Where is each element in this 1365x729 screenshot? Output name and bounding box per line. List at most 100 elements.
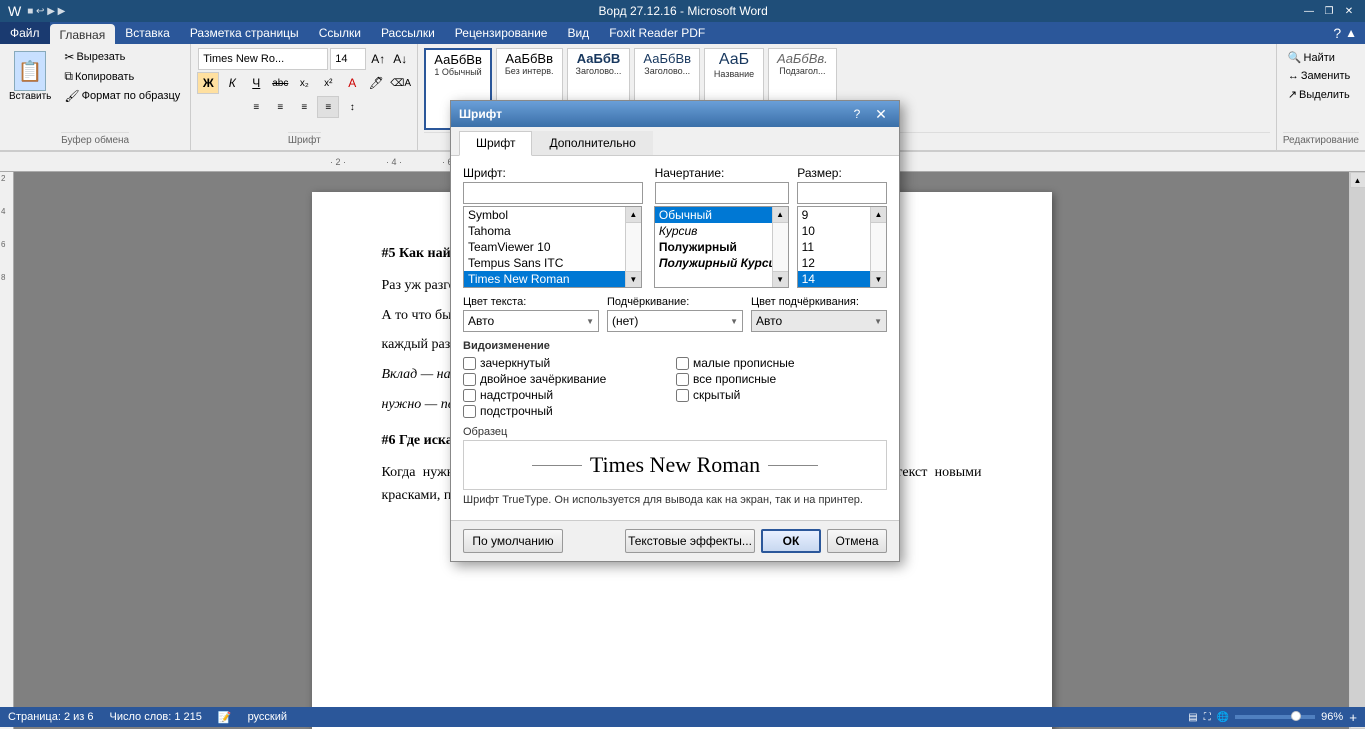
font-list-item-tahoma[interactable]: Tahoma <box>464 223 641 239</box>
style-list[interactable]: Обычный Курсив Полужирный Полужирный Кур… <box>655 207 788 287</box>
font-list-item-teamviewer[interactable]: TeamViewer 10 <box>464 239 641 255</box>
replace-button[interactable]: ↔Заменить <box>1283 67 1359 85</box>
size-list-scroll-up[interactable]: ▲ <box>871 207 886 223</box>
superscript-checkbox[interactable] <box>463 389 476 402</box>
style-list-item-bold[interactable]: Полужирный <box>655 239 788 255</box>
highlight-button[interactable]: 🖊 <box>365 72 387 94</box>
find-button[interactable]: 🔍Найти <box>1283 48 1359 67</box>
spell-check-icon[interactable]: 📝 <box>218 711 232 724</box>
all-caps-checkbox[interactable] <box>676 373 689 386</box>
effect-subscript[interactable]: подстрочный <box>463 404 674 418</box>
format-painter-button[interactable]: 🖌Формат по образцу <box>60 87 184 105</box>
cut-button[interactable]: ✂Вырезать <box>60 48 184 66</box>
ribbon-collapse-icon[interactable]: ▲ <box>1345 26 1357 40</box>
clear-format-button[interactable]: ⌫A <box>389 72 411 94</box>
font-list-scroll-up[interactable]: ▲ <box>626 207 641 223</box>
effects-title: Видоизменение <box>463 340 887 352</box>
tab-foxit[interactable]: Foxit Reader PDF <box>599 22 715 44</box>
italic-button[interactable]: К <box>221 72 243 94</box>
small-caps-checkbox[interactable] <box>676 357 689 370</box>
text-color-combo[interactable]: Авто ▼ <box>463 310 599 332</box>
superscript-button[interactable]: x² <box>317 72 339 94</box>
strikethrough-checkbox[interactable] <box>463 357 476 370</box>
status-bar: Страница: 2 из 6 Число слов: 1 215 📝 рус… <box>0 707 1365 727</box>
tab-layout[interactable]: Разметка страницы <box>180 22 309 44</box>
underline-button[interactable]: Ч <box>245 72 267 94</box>
tab-insert[interactable]: Вставка <box>115 22 180 44</box>
copy-button[interactable]: ⧉Копировать <box>60 67 184 86</box>
default-button[interactable]: По умолчанию <box>463 529 563 553</box>
decrease-font-button[interactable]: A↓ <box>390 48 410 70</box>
font-list-item-tempus[interactable]: Tempus Sans ITC <box>464 255 641 271</box>
minimize-button[interactable]: — <box>1301 4 1317 18</box>
subscript-checkbox[interactable] <box>463 405 476 418</box>
tab-refs[interactable]: Ссылки <box>309 22 371 44</box>
strikethrough-button[interactable]: abc <box>269 72 291 94</box>
effect-strikethrough[interactable]: зачеркнутый <box>463 356 674 370</box>
font-style-label: Начертание: <box>655 166 725 180</box>
zoom-slider[interactable] <box>1235 715 1315 719</box>
view-web-button[interactable]: 🌐 <box>1217 712 1229 723</box>
font-list[interactable]: Symbol Tahoma TeamViewer 10 Tempus Sans … <box>464 207 641 287</box>
hidden-checkbox[interactable] <box>676 389 689 402</box>
font-style-field[interactable]: Обычный <box>655 182 790 204</box>
font-list-item-symbol[interactable]: Symbol <box>464 207 641 223</box>
line-spacing-btn[interactable]: ↕ <box>341 96 363 118</box>
font-dialog-close-button[interactable]: ✕ <box>871 105 891 123</box>
font-name-field[interactable]: Times New Roman <box>463 182 643 204</box>
tab-file[interactable]: Файл <box>0 22 50 44</box>
font-size-label: Размер: <box>797 166 842 180</box>
paste-button[interactable]: 📋 Вставить <box>6 48 54 105</box>
zoom-in-button[interactable]: + <box>1349 710 1357 725</box>
restore-button[interactable]: ❐ <box>1321 4 1337 18</box>
style-list-item-italic[interactable]: Курсив <box>655 223 788 239</box>
tab-view[interactable]: Вид <box>557 22 599 44</box>
word-count: Число слов: 1 215 <box>110 711 202 723</box>
ribbon-help-icon[interactable]: ? <box>1333 25 1341 41</box>
font-size-field[interactable]: 14 <box>797 182 887 204</box>
underline-color-combo[interactable]: Авто ▼ <box>751 310 887 332</box>
style-list-scroll-down[interactable]: ▼ <box>773 271 788 287</box>
font-name-input[interactable] <box>198 48 328 70</box>
effect-hidden[interactable]: скрытый <box>676 388 887 402</box>
style-list-item-bolditalic[interactable]: Полужирный Курсив <box>655 255 788 271</box>
size-list-scroll-down[interactable]: ▼ <box>871 271 886 287</box>
font-list-scroll-down[interactable]: ▼ <box>626 271 641 287</box>
language-indicator[interactable]: русский <box>248 711 287 723</box>
style-list-item-normal[interactable]: Обычный <box>655 207 788 223</box>
effect-double-strikethrough[interactable]: двойное зачёркивание <box>463 372 674 386</box>
double-strikethrough-checkbox[interactable] <box>463 373 476 386</box>
font-dialog-help-button[interactable]: ? <box>847 105 867 123</box>
subscript-button[interactable]: x₂ <box>293 72 315 94</box>
font-tab-advanced[interactable]: Дополнительно <box>532 131 652 155</box>
tab-review[interactable]: Рецензирование <box>445 22 558 44</box>
tab-mail[interactable]: Рассылки <box>371 22 445 44</box>
align-right-btn[interactable]: ≡ <box>293 96 315 118</box>
font-size-input[interactable] <box>330 48 366 70</box>
bold-button[interactable]: Ж <box>197 72 219 94</box>
align-center-btn[interactable]: ≡ <box>269 96 291 118</box>
font-list-item-times[interactable]: Times New Roman <box>464 271 641 287</box>
style-list-scroll-up[interactable]: ▲ <box>773 207 788 223</box>
text-effects-button[interactable]: Текстовые эффекты... <box>625 529 755 553</box>
text-color-button[interactable]: A <box>341 72 363 94</box>
view-print-button[interactable]: ▤ <box>1188 712 1197 723</box>
select-button[interactable]: ↗Выделить <box>1283 85 1359 104</box>
close-button[interactable]: ✕ <box>1341 4 1357 18</box>
title-bar: W ■ ↩ ▶ ▶ Ворд 27.12.16 - Microsoft Word… <box>0 0 1365 22</box>
vertical-scrollbar[interactable]: ▲ ▼ <box>1349 172 1365 729</box>
effect-all-caps[interactable]: все прописные <box>676 372 887 386</box>
tab-home[interactable]: Главная <box>50 24 116 44</box>
cancel-button[interactable]: Отмена <box>827 529 887 553</box>
underline-combo[interactable]: (нет) ▼ <box>607 310 743 332</box>
increase-font-button[interactable]: A↑ <box>368 48 388 70</box>
justify-btn[interactable]: ≡ <box>317 96 339 118</box>
view-full-button[interactable]: ⛶ <box>1204 712 1211 723</box>
font-tab-font[interactable]: Шрифт <box>459 131 532 156</box>
effect-superscript[interactable]: надстрочный <box>463 388 674 402</box>
font-dialog: Шрифт ? ✕ Шрифт Дополнительно Шрифт: Нач… <box>450 100 900 562</box>
scroll-up-button[interactable]: ▲ <box>1350 172 1365 188</box>
ok-button[interactable]: ОК <box>761 529 821 553</box>
align-left-btn[interactable]: ≡ <box>245 96 267 118</box>
effect-small-caps[interactable]: малые прописные <box>676 356 887 370</box>
